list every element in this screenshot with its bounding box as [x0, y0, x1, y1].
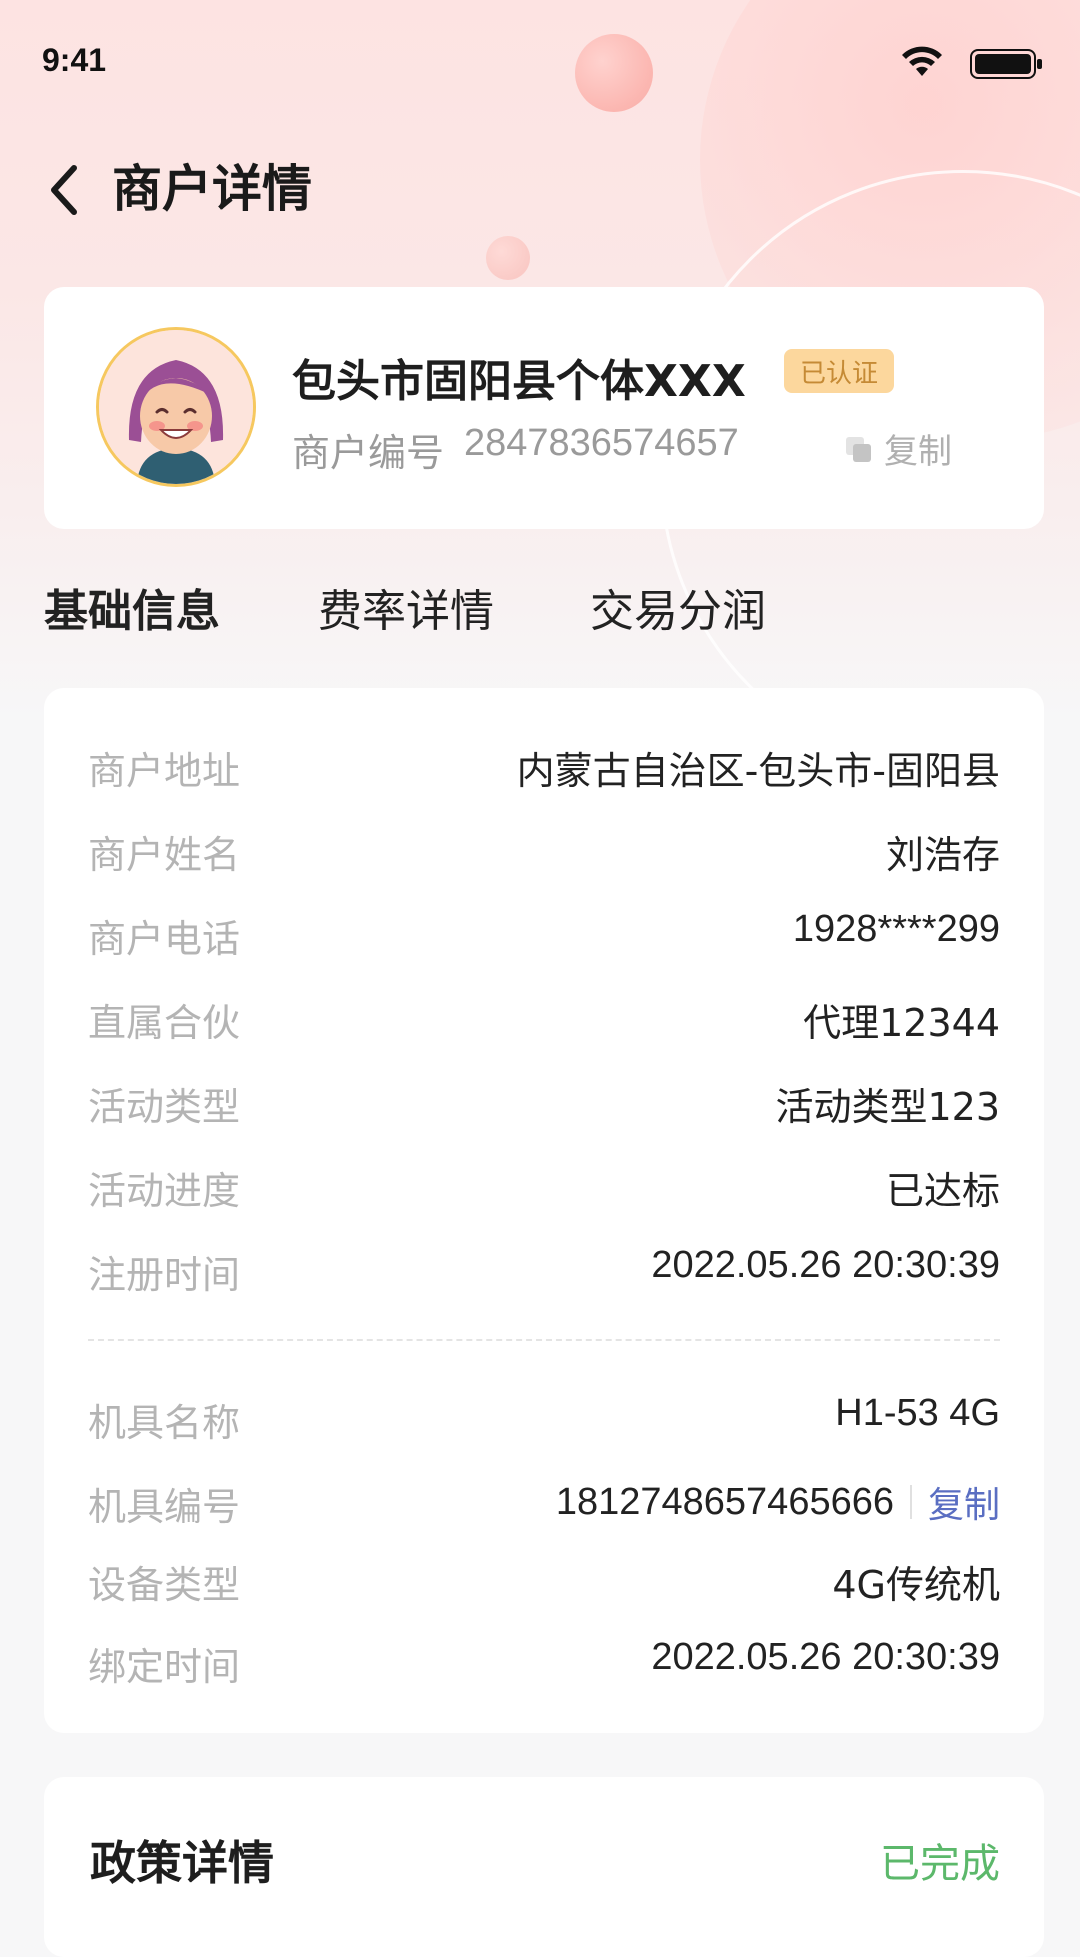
certified-badge: 已认证 — [784, 349, 894, 393]
info-value: 2022.05.26 20:30:39 — [651, 1244, 1000, 1286]
info-label: 绑定时间 — [88, 1645, 241, 1689]
policy-title: 政策详情 — [90, 1836, 274, 1890]
policy-status: 已完成 — [880, 1841, 1000, 1887]
wifi-icon — [902, 46, 942, 76]
info-row-device-name: 机具名称 H1-53 4G — [88, 1392, 1000, 1448]
copy-device-number-button[interactable]: 复制 — [928, 1476, 1000, 1528]
info-label: 商户地址 — [88, 749, 241, 793]
info-value: 代理12344 — [803, 1001, 1000, 1045]
status-bar: 9:41 — [0, 0, 1080, 120]
info-row-activity-progress: 活动进度 已达标 — [88, 1160, 1000, 1216]
tab-transaction-profit[interactable]: 交易分润 — [590, 575, 766, 639]
tab-bar: 基础信息 费率详情 交易分润 — [44, 575, 1044, 655]
tab-rate-details[interactable]: 费率详情 — [318, 575, 494, 639]
info-row-address: 商户地址 内蒙古自治区-包头市-固阳县 — [88, 740, 1000, 796]
avatar-illustration — [99, 330, 253, 484]
copy-merchant-id-button[interactable]: 复制 — [884, 424, 952, 473]
separator — [909, 1485, 912, 1519]
merchant-id-value: 2847836574657 — [464, 422, 739, 464]
info-label: 直属合伙 — [88, 1001, 241, 1045]
info-row-name: 商户姓名 刘浩存 — [88, 824, 1000, 880]
info-row-register-time: 注册时间 2022.05.26 20:30:39 — [88, 1244, 1000, 1300]
chevron-left-icon — [51, 165, 77, 215]
info-row-device-number: 机具编号 1812748657465666 复制 — [88, 1476, 1000, 1532]
tab-basic-info[interactable]: 基础信息 — [44, 575, 220, 639]
back-button[interactable] — [34, 160, 94, 220]
merchant-name: 包头市固阳县个体XXX — [292, 356, 746, 407]
info-row-device-type: 设备类型 4G传统机 — [88, 1554, 1000, 1610]
battery-icon — [970, 49, 1042, 79]
info-label: 商户姓名 — [88, 833, 241, 877]
info-value: 4G传统机 — [832, 1563, 1000, 1607]
info-row-phone: 商户电话 1928****299 — [88, 908, 1000, 964]
merchant-id-label: 商户编号 — [292, 431, 445, 475]
info-value: 已达标 — [885, 1169, 1000, 1213]
info-label: 活动进度 — [88, 1169, 241, 1213]
policy-card[interactable]: 政策详情 已完成 — [44, 1777, 1044, 1957]
copy-icon[interactable] — [844, 435, 874, 465]
status-time: 9:41 — [42, 42, 107, 78]
info-row-partner: 直属合伙 代理12344 — [88, 992, 1000, 1048]
info-value: 1928****299 — [792, 908, 1000, 950]
merchant-card: 包头市固阳县个体XXX 已认证 商户编号 2847836574657 复制 — [44, 287, 1044, 529]
info-value: H1-53 4G — [835, 1392, 1000, 1434]
info-label: 注册时间 — [88, 1253, 241, 1297]
info-label: 机具名称 — [88, 1401, 241, 1445]
avatar — [96, 327, 256, 487]
info-label: 商户电话 — [88, 917, 241, 961]
info-label: 机具编号 — [88, 1485, 241, 1529]
info-row-activity-type: 活动类型 活动类型123 — [88, 1076, 1000, 1132]
info-value: 2022.05.26 20:30:39 — [651, 1636, 1000, 1678]
basic-info-card: 商户地址 内蒙古自治区-包头市-固阳县 商户姓名 刘浩存 商户电话 1928**… — [44, 688, 1044, 1733]
dashed-divider — [88, 1339, 1000, 1341]
info-value: 刘浩存 — [885, 833, 1000, 877]
info-label: 活动类型 — [88, 1085, 241, 1129]
decor-bubble-small — [486, 236, 530, 280]
info-row-bind-time: 绑定时间 2022.05.26 20:30:39 — [88, 1636, 1000, 1692]
info-value: 活动类型123 — [775, 1085, 1000, 1129]
page-title: 商户详情 — [112, 160, 312, 218]
device-number-group: 1812748657465666 复制 — [556, 1476, 1000, 1528]
device-number-value: 1812748657465666 — [555, 1480, 894, 1523]
info-value: 内蒙古自治区-包头市-固阳县 — [516, 749, 1000, 793]
info-label: 设备类型 — [88, 1563, 241, 1607]
nav-bar: 商户详情 — [0, 140, 1080, 230]
